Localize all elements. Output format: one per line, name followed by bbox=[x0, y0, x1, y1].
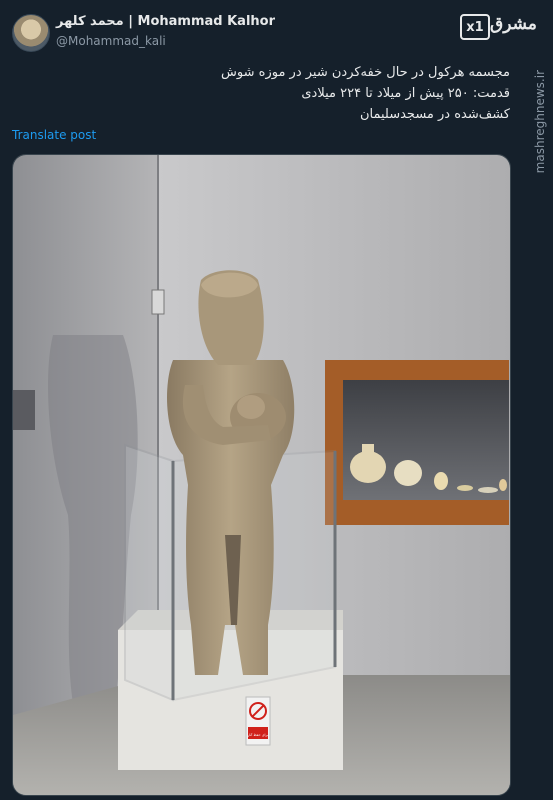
warning-sign-text: برای حفظ آثار bbox=[247, 733, 269, 737]
tweet-text-line: کشف‌شده در مسجدسلیمان bbox=[359, 107, 510, 122]
news-logo-icon: x1 bbox=[460, 14, 490, 40]
tweet-card: محمد کلهر | Mohammad Kalhor @Mohammad_ka… bbox=[0, 0, 553, 800]
tweet-text: مجسمه هرکول در حال خفه‌کردن شیر در موزه … bbox=[90, 62, 510, 125]
site-watermark: mashreghnews.ir bbox=[533, 70, 547, 174]
tweet-photo[interactable]: برای حفظ آثار bbox=[12, 154, 511, 796]
tweet-text-line: قدمت: ۲۵۰ پیش از میلاد تا ۲۲۴ میلادی bbox=[301, 86, 510, 101]
translate-post-link[interactable]: Translate post bbox=[12, 128, 96, 142]
avatar[interactable] bbox=[12, 14, 50, 52]
author-display-name[interactable]: محمد کلهر | Mohammad Kalhor bbox=[56, 14, 275, 29]
news-logo-text: مشرق bbox=[490, 14, 537, 34]
museum-photo: برای حفظ آثار bbox=[13, 155, 510, 795]
author-handle[interactable]: @Mohammad_kali bbox=[56, 34, 166, 48]
tweet-text-line: مجسمه هرکول در حال خفه‌کردن شیر در موزه … bbox=[221, 65, 510, 80]
